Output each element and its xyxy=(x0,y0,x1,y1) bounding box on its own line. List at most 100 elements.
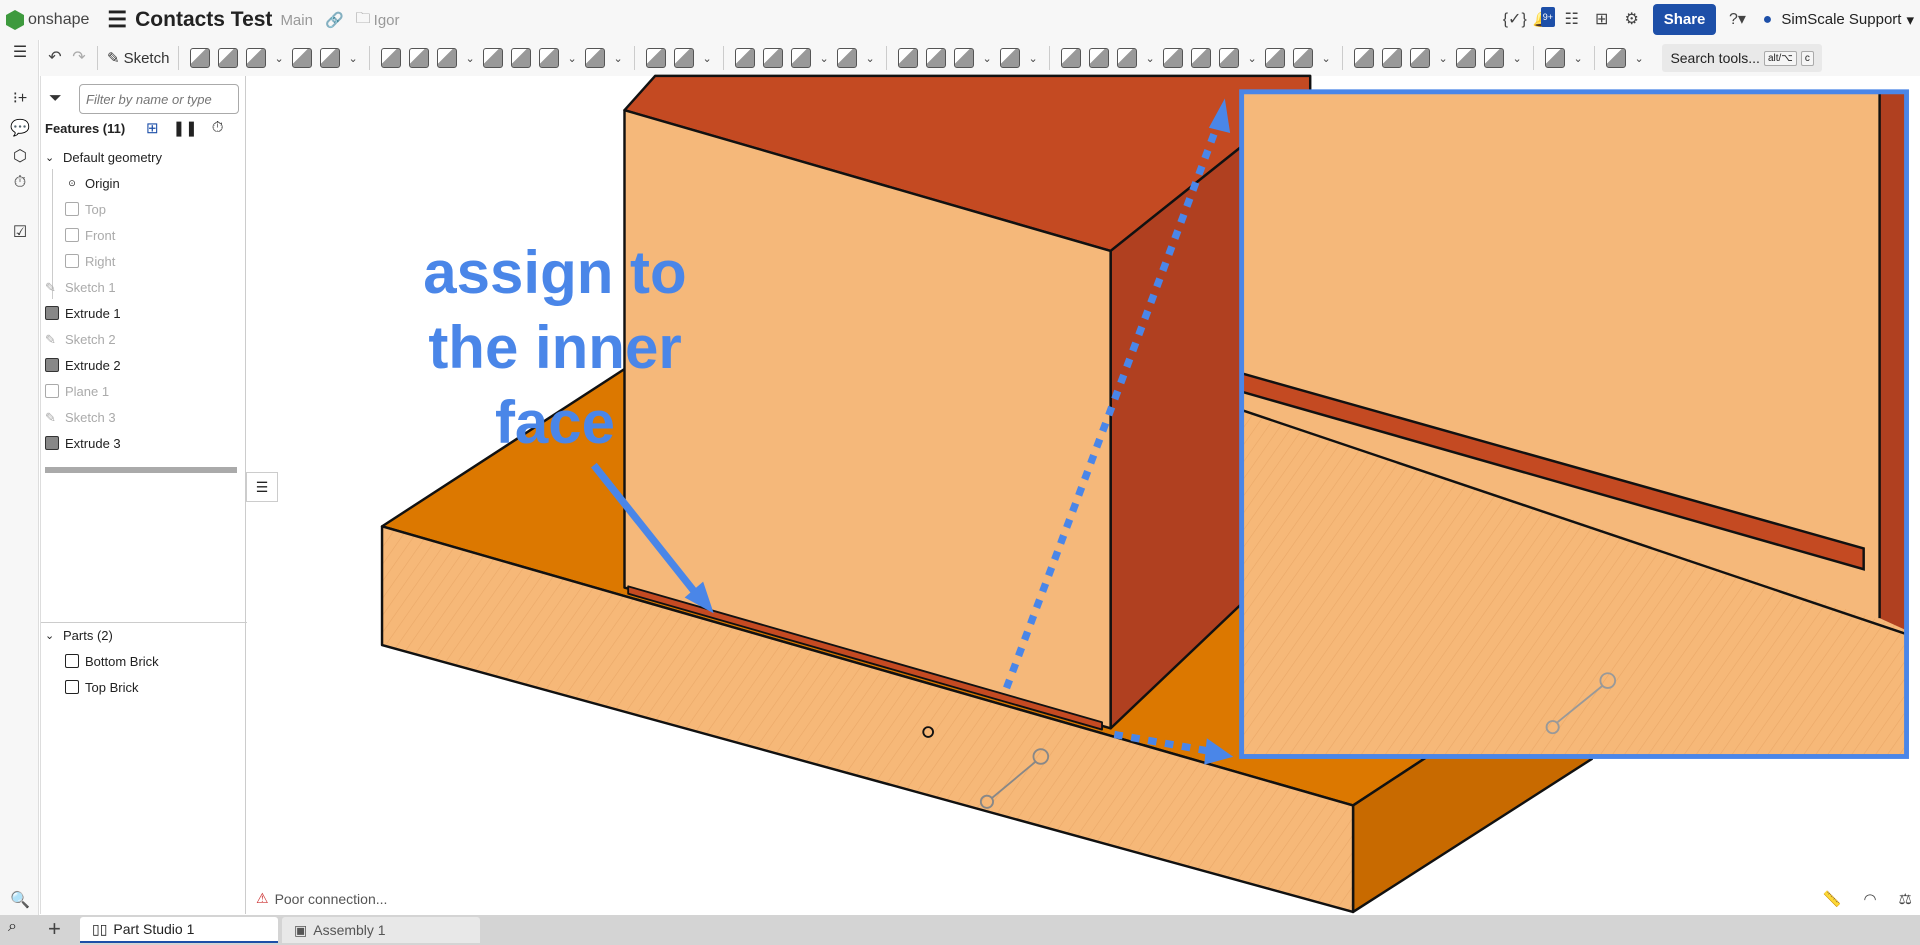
folder-icon[interactable]: 🗀 xyxy=(356,8,371,33)
chamfer-icon[interactable] xyxy=(409,48,430,68)
sheet-metal-corner-icon[interactable] xyxy=(1456,48,1477,68)
hamburger-menu-icon[interactable]: ☰ xyxy=(107,7,127,33)
extrude-icon[interactable] xyxy=(190,48,211,68)
tree-item-right[interactable]: Right xyxy=(65,249,115,273)
share-button[interactable]: Share xyxy=(1652,4,1717,35)
sheet-metal-table-icon[interactable] xyxy=(1484,48,1505,68)
parts-group[interactable]: ⌄ Parts (2) xyxy=(45,623,113,647)
folder-name[interactable]: Igor xyxy=(374,12,400,29)
checklist-icon[interactable]: ☑ xyxy=(10,222,30,242)
chevron-down-icon[interactable]: ⌄ xyxy=(1145,52,1155,65)
chevron-down-icon[interactable]: ⌄ xyxy=(1634,52,1644,65)
chevron-down-icon[interactable]: ⌄ xyxy=(1438,52,1448,65)
filter-icon[interactable]: ⏷ xyxy=(49,90,62,108)
tree-item-extrude-1[interactable]: Extrude 1 xyxy=(45,301,121,325)
fillet-icon[interactable] xyxy=(381,48,402,68)
learning-center-icon[interactable]: ⚙ xyxy=(1623,11,1641,29)
chevron-down-icon[interactable]: ⌄ xyxy=(1573,52,1583,65)
notifications-icon[interactable]: 🔔9+ xyxy=(1533,6,1555,29)
tree-item-plane-1[interactable]: Plane 1 xyxy=(45,379,109,403)
sheet-metal-tab-icon[interactable] xyxy=(1410,48,1431,68)
sweep-icon[interactable] xyxy=(246,48,267,68)
link-icon[interactable]: 🔗 xyxy=(325,11,344,29)
chevron-down-icon[interactable]: ⌄ xyxy=(1028,52,1038,65)
move-face-icon[interactable] xyxy=(954,48,975,68)
tasks-icon[interactable]: ☷ xyxy=(1563,11,1581,29)
chevron-down-icon[interactable]: ⌄ xyxy=(865,52,875,65)
plane-icon[interactable] xyxy=(1061,48,1082,68)
split-icon[interactable] xyxy=(763,48,784,68)
rib-icon[interactable] xyxy=(483,48,504,68)
chevron-down-icon[interactable]: ⌄ xyxy=(348,52,358,65)
search-view-icon[interactable]: ⌕ xyxy=(8,918,17,936)
search-view-icon[interactable]: 🔍 xyxy=(10,890,30,910)
chevron-down-icon[interactable]: ⌄ xyxy=(1321,52,1331,65)
sheet-metal-flange-icon[interactable] xyxy=(1382,48,1403,68)
performance-icon[interactable]: ⏱ xyxy=(10,174,30,194)
user-menu[interactable]: ● SimScale Support ▾ xyxy=(1758,11,1914,29)
featurescript-icon[interactable]: {✓} xyxy=(1503,11,1527,29)
chevron-down-icon[interactable]: ⌄ xyxy=(702,52,712,65)
parts-config-icon[interactable]: ⬡ xyxy=(10,146,30,166)
add-folder-icon[interactable]: ⊞ xyxy=(146,119,159,137)
transform-icon[interactable] xyxy=(791,48,812,68)
branch-label[interactable]: Main xyxy=(280,12,313,29)
mass-properties-icon[interactable]: ⚖ xyxy=(1899,890,1912,908)
shell-icon[interactable] xyxy=(511,48,532,68)
tree-item-origin[interactable]: ⊙ Origin xyxy=(65,171,119,195)
thread-icon[interactable] xyxy=(585,48,606,68)
chevron-down-icon[interactable]: ⌄ xyxy=(1247,52,1257,65)
draft-icon[interactable] xyxy=(437,48,458,68)
default-geometry-group[interactable]: ⌄ Default geometry xyxy=(45,145,162,169)
frame-icon[interactable] xyxy=(1545,48,1566,68)
tree-item-sketch-1[interactable]: ✎ Sketch 1 xyxy=(45,275,116,299)
filter-input[interactable] xyxy=(79,84,239,114)
tree-item-sketch-3[interactable]: ✎ Sketch 3 xyxy=(45,405,116,429)
chevron-down-icon[interactable]: ⌄ xyxy=(274,52,284,65)
chevron-down-icon[interactable]: ⌄ xyxy=(819,52,829,65)
collapse-panel-button[interactable]: ☰ xyxy=(246,472,278,502)
sketch-button[interactable]: ✎ Sketch xyxy=(107,49,169,68)
feature-list-icon[interactable]: ☰ xyxy=(10,42,30,62)
stopwatch-icon[interactable]: ⏱ xyxy=(212,119,224,137)
thicken-icon[interactable] xyxy=(320,48,341,68)
tree-item-top[interactable]: Top xyxy=(65,197,106,221)
featurescript-icon[interactable] xyxy=(1606,48,1627,68)
insert-part-icon[interactable] xyxy=(1191,48,1212,68)
tab-part-studio-1[interactable]: ▯▯ Part Studio 1 xyxy=(80,917,278,943)
mate-connector-icon[interactable] xyxy=(1163,48,1184,68)
part-item[interactable]: Bottom Brick xyxy=(65,649,159,673)
protractor-icon[interactable]: ◠ xyxy=(1863,890,1876,908)
tree-item-extrude-3[interactable]: Extrude 3 xyxy=(45,431,121,455)
onshape-logo[interactable]: onshape xyxy=(6,10,89,30)
pause-icon[interactable]: ❚❚ xyxy=(173,119,198,137)
tab-assembly-1[interactable]: ▣ Assembly 1 xyxy=(282,917,480,943)
tree-item-extrude-2[interactable]: Extrude 2 xyxy=(45,353,121,377)
mirror-icon[interactable] xyxy=(674,48,695,68)
delete-face-icon[interactable] xyxy=(926,48,947,68)
add-mate-connector-icon[interactable]: ⁝+ xyxy=(10,88,30,108)
document-title[interactable]: Contacts Test xyxy=(135,8,272,32)
derived-icon[interactable] xyxy=(1265,48,1286,68)
tree-item-sketch-2[interactable]: ✎ Sketch 2 xyxy=(45,327,116,351)
part-item[interactable]: Top Brick xyxy=(65,675,138,699)
add-tab-button[interactable]: + xyxy=(48,916,61,942)
help-icon[interactable]: ?▾ xyxy=(1728,11,1746,29)
3d-viewport[interactable] xyxy=(0,0,1920,945)
helix-icon[interactable] xyxy=(1117,48,1138,68)
modify-fillet-icon[interactable] xyxy=(898,48,919,68)
helix-surface-icon[interactable] xyxy=(1089,48,1110,68)
hole-icon[interactable] xyxy=(539,48,560,68)
delete-part-icon[interactable] xyxy=(837,48,858,68)
chevron-down-icon[interactable]: ⌄ xyxy=(567,52,577,65)
replace-face-icon[interactable] xyxy=(1000,48,1021,68)
comments-icon[interactable]: 💬 xyxy=(10,118,30,138)
pattern-icon[interactable] xyxy=(646,48,667,68)
tree-item-front[interactable]: Front xyxy=(65,223,115,247)
undo-icon[interactable]: ↶ xyxy=(46,49,64,67)
revolve-icon[interactable] xyxy=(218,48,239,68)
search-tools-button[interactable]: Search tools... alt/⌥ c xyxy=(1662,44,1822,72)
redo-icon[interactable]: ↷ xyxy=(70,49,88,67)
boolean-icon[interactable] xyxy=(735,48,756,68)
sheet-metal-icon[interactable] xyxy=(1354,48,1375,68)
